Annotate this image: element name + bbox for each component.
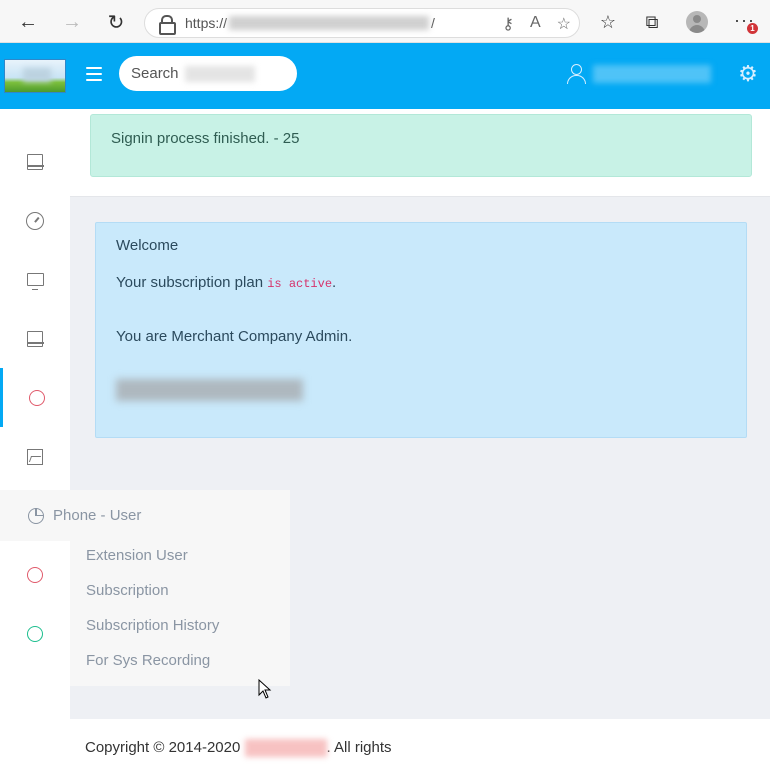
url-suffix: / [431, 15, 435, 31]
plan-prefix: Your subscription plan [116, 274, 268, 291]
role-text: You are Merchant Company Admin. [116, 328, 353, 345]
notification-badge: 1 [747, 23, 758, 34]
circle-icon [27, 625, 43, 642]
sidebar-item-4[interactable] [0, 309, 70, 368]
sidebar-item-2[interactable] [0, 191, 70, 250]
url-redacted [229, 16, 430, 30]
collections-icon[interactable]: ⧉ [640, 10, 664, 34]
logo[interactable] [4, 59, 66, 93]
success-alert: Signin process finished. - 25 [90, 114, 752, 177]
company-redacted[interactable] [244, 739, 327, 758]
user-name-redacted[interactable] [593, 65, 711, 83]
laptop-icon [26, 153, 44, 170]
search-redacted [185, 66, 255, 82]
browser-toolbar: ← → ↻ https:// / ⚷ A ☆ ☆ ⧉ ··· 1 [0, 0, 770, 43]
gear-icon[interactable]: ⚙ [737, 63, 759, 85]
submenu-item-subscription-history[interactable]: Subscription History [70, 614, 290, 649]
mouse-cursor-icon [258, 679, 272, 699]
images-icon [27, 448, 43, 465]
circle-icon [27, 566, 43, 583]
welcome-card: Welcome Your subscription plan is active… [95, 222, 747, 438]
gauge-icon [26, 211, 44, 230]
sidebar-item-3[interactable] [0, 250, 70, 309]
monitor-icon [26, 273, 44, 290]
sidebar-item-5[interactable] [0, 368, 70, 427]
copyright-text: Copyright © 2014-2020 [85, 739, 245, 756]
sidebar-item-9[interactable] [0, 604, 70, 663]
address-bar[interactable]: https:// / ⚷ A ☆ [144, 8, 580, 38]
alert-strip: Signin process finished. - 25 [70, 109, 770, 197]
profile-avatar[interactable] [686, 11, 708, 33]
footer: Copyright © 2014-2020 . All rights [70, 719, 770, 775]
read-aloud-icon[interactable]: A [530, 14, 541, 34]
forward-icon[interactable]: → [58, 8, 86, 36]
app-header: ⚙ [0, 43, 770, 109]
submenu: Extension User Subscription Subscription… [70, 541, 290, 686]
plan-status: is active [267, 277, 333, 291]
url-prefix: https:// [185, 15, 228, 31]
alert-message: Signin process finished. - 25 [111, 130, 300, 147]
user-icon[interactable] [566, 63, 586, 85]
laptop-icon [26, 330, 44, 347]
plan-suffix: . [332, 274, 337, 291]
add-favorite-icon[interactable]: ☆ [557, 14, 571, 34]
redacted-text [116, 379, 303, 401]
search-box[interactable] [119, 56, 297, 91]
sidebar-item-6[interactable] [0, 427, 70, 486]
submenu-item-extension-user[interactable]: Extension User [70, 544, 290, 579]
refresh-icon[interactable]: ↻ [102, 8, 130, 36]
sidebar-item-phone-user[interactable]: Phone - User [0, 490, 290, 541]
circle-icon [28, 389, 45, 406]
submenu-item-sys-recording[interactable]: For Sys Recording [70, 649, 290, 684]
sidebar-item-1[interactable] [0, 132, 70, 191]
welcome-title: Welcome [116, 237, 179, 254]
subscription-status: Your subscription plan is active. [116, 274, 726, 291]
favorites-icon[interactable]: ☆ [596, 10, 620, 34]
pie-icon [28, 507, 44, 524]
submenu-title: Phone - User [53, 507, 142, 524]
back-icon[interactable]: ← [14, 8, 42, 36]
key-icon[interactable]: ⚷ [502, 14, 514, 34]
rights-text: . All rights [326, 739, 392, 756]
sidebar [0, 109, 70, 775]
lock-icon [159, 15, 176, 35]
submenu-item-subscription[interactable]: Subscription [70, 579, 290, 614]
sidebar-item-8[interactable] [0, 545, 70, 604]
hamburger-menu-icon[interactable] [86, 67, 102, 81]
